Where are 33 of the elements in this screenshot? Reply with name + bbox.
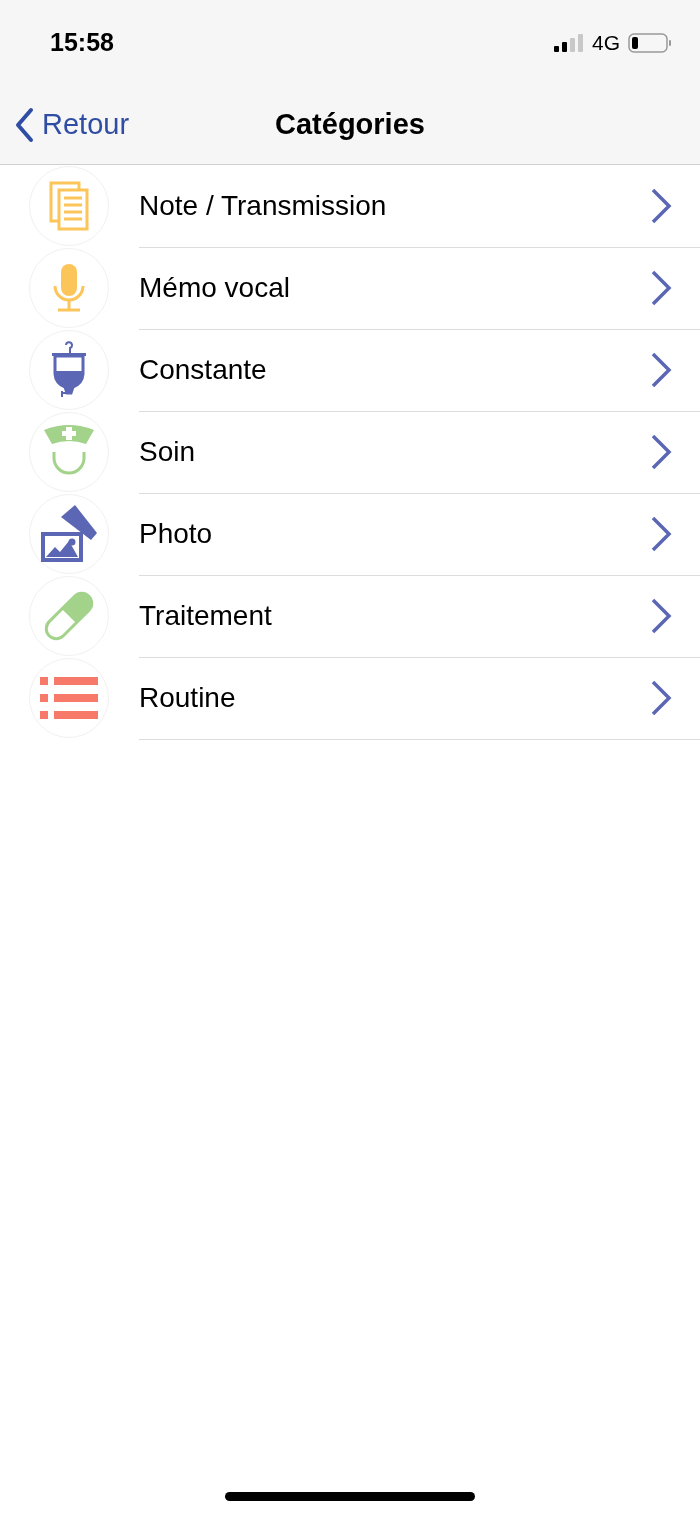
signal-icon xyxy=(554,33,584,52)
category-label: Soin xyxy=(139,435,196,468)
category-item[interactable]: Constante xyxy=(139,328,700,412)
list-icon xyxy=(40,677,98,719)
documents-icon xyxy=(49,181,89,231)
back-button[interactable]: Retour xyxy=(14,106,130,143)
chevron-icon xyxy=(650,514,672,553)
status-time: 15:58 xyxy=(50,28,114,57)
category-label: Routine xyxy=(139,681,236,714)
category-label: Mémo vocal xyxy=(139,271,290,304)
microphone-icon xyxy=(53,263,85,313)
battery-icon xyxy=(628,32,672,53)
network-type: 4G xyxy=(592,30,620,55)
category-item[interactable]: Routine xyxy=(139,656,700,740)
category-label: Photo xyxy=(139,517,213,550)
category-item[interactable]: Note / Transmission xyxy=(139,164,700,248)
category-label: Note / Transmission xyxy=(139,189,387,222)
chevron-icon xyxy=(650,350,672,389)
category-item[interactable]: Soin xyxy=(139,410,700,494)
chevron-icon xyxy=(650,268,672,307)
category-label: Traitement xyxy=(139,599,272,632)
photos-icon xyxy=(39,505,99,563)
category-label: Constante xyxy=(139,353,267,386)
chevron-icon xyxy=(650,186,672,225)
iv-bag-icon xyxy=(51,341,87,399)
page-title: Catégories xyxy=(275,108,425,141)
category-item[interactable]: Traitement xyxy=(139,574,700,658)
chevron-icon xyxy=(650,678,672,717)
chevron-icon xyxy=(650,596,672,635)
category-item[interactable]: Mémo vocal xyxy=(139,246,700,330)
chevron-icon xyxy=(650,432,672,471)
back-chevron-icon xyxy=(14,106,34,143)
category-item[interactable]: Photo xyxy=(139,492,700,576)
